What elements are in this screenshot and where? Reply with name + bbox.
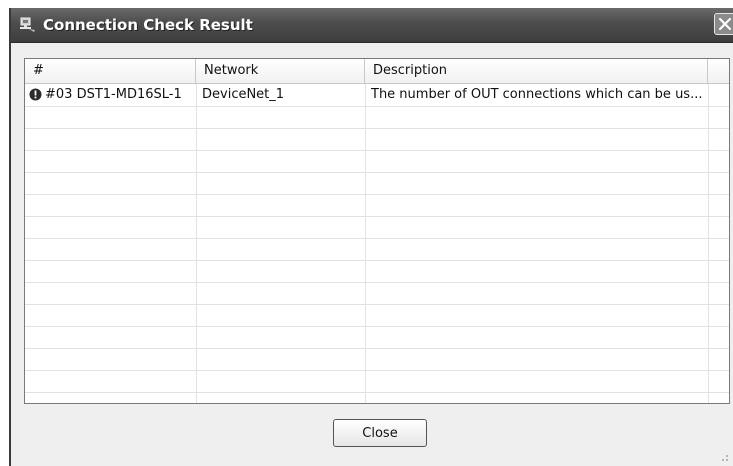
results-table[interactable]: # Network Description #03 DST1-MD16SL-1 bbox=[24, 58, 730, 404]
warning-icon bbox=[29, 87, 42, 101]
empty-row bbox=[25, 238, 729, 261]
close-window-icon[interactable] bbox=[714, 13, 733, 35]
empty-row bbox=[25, 348, 729, 371]
empty-row bbox=[25, 260, 729, 283]
resize-grip-icon[interactable] bbox=[717, 450, 729, 462]
empty-row bbox=[25, 106, 729, 129]
row-id-cell: #03 DST1-MD16SL-1 bbox=[25, 84, 196, 106]
row-network-cell: DeviceNet_1 bbox=[202, 87, 285, 102]
table-row[interactable]: #03 DST1-MD16SL-1 DeviceNet_1 The number… bbox=[25, 84, 729, 107]
empty-row bbox=[25, 216, 729, 239]
window-title: Connection Check Result bbox=[43, 16, 253, 34]
empty-row bbox=[25, 392, 729, 403]
row-id-text: #03 DST1-MD16SL-1 bbox=[45, 87, 182, 102]
column-header-number[interactable]: # bbox=[25, 59, 196, 83]
empty-row bbox=[25, 326, 729, 349]
connection-check-dialog: Connection Check Result # Network Descri… bbox=[9, 8, 733, 466]
empty-row bbox=[25, 304, 729, 327]
empty-row bbox=[25, 194, 729, 217]
empty-row bbox=[25, 150, 729, 173]
title-bar[interactable]: Connection Check Result bbox=[11, 8, 733, 43]
row-description-cell: The number of OUT connections which can … bbox=[371, 87, 703, 102]
column-header-network[interactable]: Network bbox=[196, 59, 365, 83]
empty-row bbox=[25, 370, 729, 393]
table-header: # Network Description bbox=[25, 59, 729, 84]
empty-row bbox=[25, 172, 729, 195]
column-header-description[interactable]: Description bbox=[365, 59, 708, 83]
network-check-icon bbox=[19, 16, 37, 34]
table-body: #03 DST1-MD16SL-1 DeviceNet_1 The number… bbox=[25, 84, 729, 403]
empty-row bbox=[25, 128, 729, 151]
empty-row bbox=[25, 282, 729, 305]
close-button[interactable]: Close bbox=[333, 419, 427, 447]
